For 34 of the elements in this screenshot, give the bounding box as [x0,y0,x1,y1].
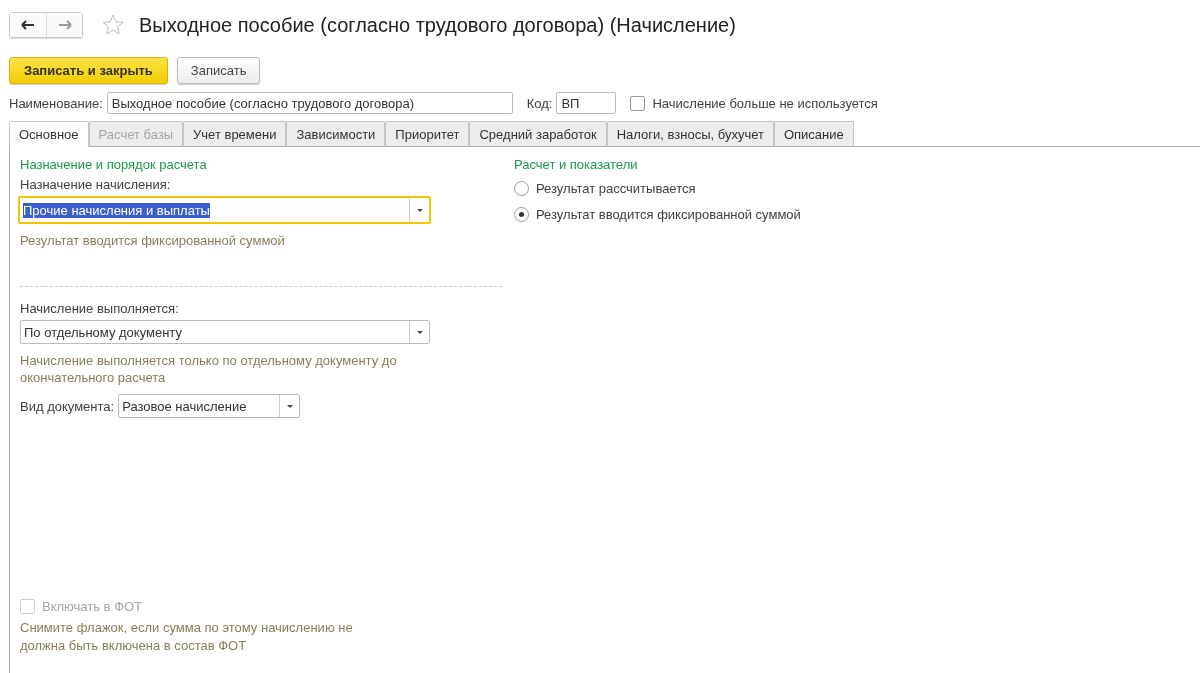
tab[interactable]: Средний заработок [469,121,607,147]
hint-text: Снимите флажок, если сумма по этому начислению не должна быть включена в состав ФОТ [20,619,354,655]
hint-text: Результат вводится фиксированной суммой [20,233,286,248]
radio-label: Результат вводится фиксированной суммой [536,207,801,222]
section-title: Назначение и порядок расчета [20,157,208,172]
checkbox-label: Начисление больше не используется [652,95,878,111]
code-field[interactable]: ВП [556,92,617,114]
field-label: Назначение начисления: [20,177,172,192]
execution-dropdown[interactable]: По отдельному документу [20,320,430,344]
star-icon[interactable] [101,13,125,37]
back-arrow-icon [21,20,35,30]
name-label: Наименование: [9,95,103,111]
hint-text: Начисление выполняется только по отдельному документу до окончательного расчета [20,352,398,386]
section-title: Расчет и показатели [514,157,639,172]
tab[interactable]: Учет времени [183,121,287,147]
field-label: Вид документа: [20,398,115,414]
code-label: Код: [526,95,553,111]
tab[interactable]: Налоги, взносы, бухучет [606,121,774,147]
checkbox-label: Включать в ФОТ [42,599,143,614]
save-and-close-button[interactable]: Записать и закрыть [9,57,168,84]
name-field[interactable]: Выходное пособие (согласно трудового договора) [106,92,513,114]
radio-label: Результат рассчитывается [536,181,696,196]
tab[interactable]: Основное [9,121,89,147]
document-type-dropdown[interactable]: Разовое начисление [118,394,301,418]
purpose-dropdown[interactable]: Прочие начисления и выплаты [18,196,431,224]
field-label: Начисление выполняется: [20,301,180,316]
tab[interactable]: Зависимости [286,121,386,147]
checkbox[interactable] [630,95,646,111]
window-title: Выходное пособие (согласно трудового договора) (Начисление) [139,13,736,37]
save-button[interactable]: Записать [176,57,261,84]
tab[interactable]: Приоритет [385,121,470,147]
forward-arrow-icon [57,20,72,30]
tab[interactable]: Описание [773,121,854,147]
back-button[interactable] [10,13,46,37]
